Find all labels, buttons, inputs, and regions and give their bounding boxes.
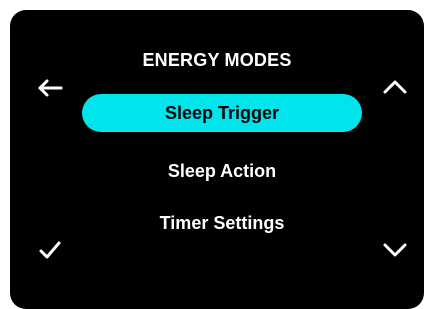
menu-item-sleep-trigger[interactable]: Sleep Trigger <box>82 94 362 132</box>
device-screen: ENERGY MODES Sleep Trigger Sleep Action … <box>10 10 424 309</box>
arrow-left-icon[interactable] <box>35 73 65 103</box>
chevron-up-icon[interactable] <box>380 72 410 102</box>
chevron-down-icon[interactable] <box>380 234 410 264</box>
checkmark-icon[interactable] <box>35 235 65 265</box>
menu-item-timer-settings[interactable]: Timer Settings <box>82 204 362 242</box>
menu-title: ENERGY MODES <box>142 50 292 70</box>
menu-item-sleep-action[interactable]: Sleep Action <box>82 152 362 190</box>
